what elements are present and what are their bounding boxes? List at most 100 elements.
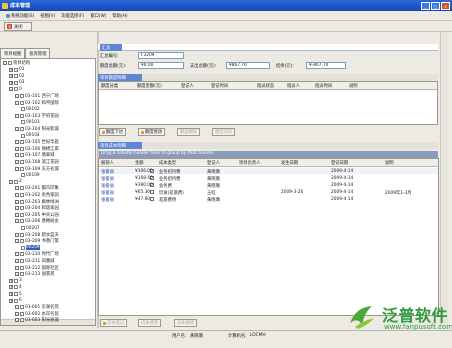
collapse-icon[interactable]: - bbox=[15, 127, 19, 131]
tree-item[interactable]: - 03-107 翡翠城 bbox=[15, 152, 54, 158]
column-header[interactable]: 说明 bbox=[349, 83, 358, 89]
collapse-icon[interactable]: - bbox=[15, 305, 19, 310]
menu-window[interactable]: 窗口(W) bbox=[90, 13, 106, 19]
tree-item[interactable]: 00104 bbox=[21, 133, 40, 139]
tree-item[interactable]: - 03-102 和平国际 bbox=[15, 100, 59, 106]
collapse-icon[interactable]: - bbox=[9, 179, 13, 184]
collapse-icon[interactable]: - bbox=[15, 265, 19, 270]
tree-item[interactable]: - 03-106 锦绣江南 bbox=[15, 146, 59, 152]
expand-icon[interactable]: + bbox=[9, 292, 13, 296]
tree-item[interactable]: - 03-205 中央公园 bbox=[15, 212, 59, 218]
menu-function[interactable]: 功能选择(F) bbox=[61, 13, 84, 19]
tree-item[interactable]: - 03-103 学府花园 bbox=[15, 113, 59, 119]
collapse-icon[interactable]: - bbox=[15, 199, 19, 204]
tree-item[interactable]: +3 bbox=[9, 278, 22, 284]
expand-icon[interactable]: + bbox=[9, 285, 13, 290]
table-row[interactable]: 张俊丽 ¥47.60 差旅费用 黄晓璐 2009-4-14 bbox=[99, 196, 438, 203]
tree-item[interactable]: - 03-210 时代广场 bbox=[15, 251, 59, 257]
code-field[interactable]: F3209 bbox=[138, 52, 184, 59]
menu-system[interactable]: 系统功能(S) bbox=[6, 13, 34, 19]
cost-grid[interactable]: 报销人 金额 成本类型 登记人 项目负责人 发生日期 登记日期 说明 张俊丽 ¥106.00 业务… bbox=[98, 158, 439, 316]
tree-item[interactable]: - 项目结构 bbox=[3, 60, 30, 66]
tree-item[interactable]: 00209 bbox=[21, 245, 40, 251]
column-header[interactable]: 额度金额(元) bbox=[137, 83, 162, 89]
column-header[interactable]: 指派时间 bbox=[315, 83, 332, 89]
collapse-icon[interactable]: - bbox=[15, 166, 19, 171]
tree-item[interactable]: 00103 bbox=[21, 119, 40, 125]
column-header[interactable]: 指派状态 bbox=[257, 83, 274, 89]
tree-item[interactable]: -0 bbox=[9, 86, 22, 92]
budget-section-tab[interactable]: 项目额度明细 bbox=[98, 74, 142, 81]
tree-item[interactable]: - 03-211 凤凰城 bbox=[15, 258, 54, 264]
column-header[interactable]: 金额 bbox=[135, 160, 144, 166]
tree-item[interactable]: +4 bbox=[9, 284, 22, 290]
collapse-icon[interactable]: - bbox=[15, 272, 19, 277]
budget-edit-button[interactable]: 额度修改 bbox=[138, 128, 166, 136]
project-tree[interactable]: - 项目结构 +01 +02 +03-0-03-101 西宁广场 -03-102 和平国际… bbox=[0, 58, 96, 326]
tree-item[interactable]: +6 bbox=[9, 298, 22, 304]
tree-item[interactable]: - 03-208 碧水蓝天 bbox=[15, 232, 59, 238]
tab-summary[interactable]: 汇总 bbox=[100, 44, 122, 51]
column-header[interactable]: 发生日期 bbox=[281, 160, 298, 166]
menu-help[interactable]: 帮助(H) bbox=[112, 13, 127, 19]
tree-item[interactable]: - 03-206 香榭丽舍 bbox=[15, 218, 59, 224]
column-header[interactable]: 登记日期 bbox=[331, 160, 348, 166]
table-row[interactable]: 张俊丽 ¥65.30 饮食(差旅费) 王虹 2009-3-26 2009-4-14 2009… bbox=[99, 189, 438, 196]
tab-project-view[interactable]: 项目视图 bbox=[0, 48, 26, 58]
collapse-icon[interactable]: - bbox=[15, 232, 19, 237]
column-header[interactable]: 指派人 bbox=[287, 83, 300, 89]
budget-grid[interactable]: 额度分类 额度金额(元) 登记人 登记时间 指派状态 指派人 指派时间 说明 bbox=[98, 81, 438, 125]
collapse-icon[interactable]: - bbox=[15, 160, 19, 164]
cost-section-tab[interactable]: 项目成本明细 bbox=[98, 142, 142, 149]
column-header[interactable]: 额度分类 bbox=[101, 83, 118, 89]
expand-icon[interactable]: + bbox=[9, 67, 13, 72]
expand-icon[interactable]: + bbox=[9, 298, 13, 303]
cost-delete-button[interactable]: 成本删除 bbox=[174, 319, 198, 327]
budget-delete-button[interactable]: 额度删除 bbox=[177, 128, 201, 136]
tree-item[interactable]: - 03-603 阳光丽城 bbox=[15, 317, 59, 323]
tree-item[interactable]: - 03-101 西宁广场 bbox=[15, 93, 59, 99]
budget-field[interactable]: ¥0.00 bbox=[138, 62, 184, 69]
maximize-icon[interactable]: □ bbox=[431, 1, 440, 10]
table-row[interactable]: 张俊丽 ¥106.00 业务招待费 黄晓璐 2009-4-14 bbox=[99, 168, 438, 175]
tree-item[interactable]: - 03-204 和谐家园 bbox=[15, 205, 59, 211]
tree-item[interactable]: - 03-108 滨江花园 bbox=[15, 159, 59, 165]
column-header[interactable]: 登记时间 bbox=[211, 83, 228, 89]
tree-item[interactable]: - 03-109 东方名城 bbox=[15, 166, 59, 172]
collapse-icon[interactable]: - bbox=[15, 186, 19, 191]
collapse-icon[interactable]: - bbox=[15, 146, 19, 151]
tree-item[interactable]: - 03-202 金色家园 bbox=[15, 192, 59, 198]
tree-item[interactable]: +03 bbox=[9, 80, 24, 86]
collapse-icon[interactable]: - bbox=[15, 212, 19, 217]
tab-investment[interactable]: 投资管理 bbox=[25, 48, 51, 58]
budget-issue-button[interactable]: 额度下达 bbox=[99, 128, 127, 136]
collapse-icon[interactable]: - bbox=[15, 239, 19, 244]
tree-item[interactable]: - 03-213 丽景苑 bbox=[15, 271, 54, 277]
tree-item[interactable]: 00207 bbox=[21, 225, 40, 231]
tree-item[interactable]: - 03-601 东湖名苑 bbox=[15, 304, 59, 310]
cost-edit-button[interactable]: 成本修改 bbox=[138, 319, 162, 327]
collapse-icon[interactable]: - bbox=[15, 252, 19, 257]
tree-item[interactable]: - 03-602 水岸名居 bbox=[15, 311, 59, 317]
tree-item[interactable]: +01 bbox=[9, 67, 24, 73]
collapse-icon[interactable]: - bbox=[15, 140, 19, 145]
tree-item[interactable]: -2 bbox=[9, 179, 22, 185]
paid-field[interactable]: ¥867.70 bbox=[226, 62, 270, 69]
table-row[interactable]: 张俊丽 ¥390.00 会务费 黄晓璐 2009-4-14 bbox=[99, 182, 438, 189]
group-by-panel[interactable]: Drag a column header here to group by th… bbox=[99, 151, 438, 158]
menu-view[interactable]: 视图(V) bbox=[40, 13, 55, 19]
tree-item[interactable]: 00102 bbox=[21, 106, 40, 112]
tree-item[interactable]: +02 bbox=[9, 73, 24, 79]
collapse-icon[interactable]: - bbox=[15, 311, 19, 316]
column-header[interactable]: 说明 bbox=[385, 160, 394, 166]
collapse-icon[interactable]: - bbox=[15, 219, 19, 224]
collapse-icon[interactable]: - bbox=[15, 206, 19, 211]
tree-item[interactable]: - 03-104 阳光新城 bbox=[15, 126, 59, 132]
tree-item[interactable]: - 03-203 枫林绿洲 bbox=[15, 199, 59, 205]
collapse-icon[interactable]: - bbox=[15, 94, 19, 98]
collapse-icon[interactable]: - bbox=[15, 259, 19, 263]
tree-item[interactable]: - 03-105 世纪华庭 bbox=[15, 139, 59, 145]
close-window-icon[interactable]: × bbox=[441, 1, 450, 10]
column-header[interactable]: 成本类型 bbox=[159, 160, 176, 166]
vertical-scrollbar[interactable] bbox=[440, 32, 448, 328]
